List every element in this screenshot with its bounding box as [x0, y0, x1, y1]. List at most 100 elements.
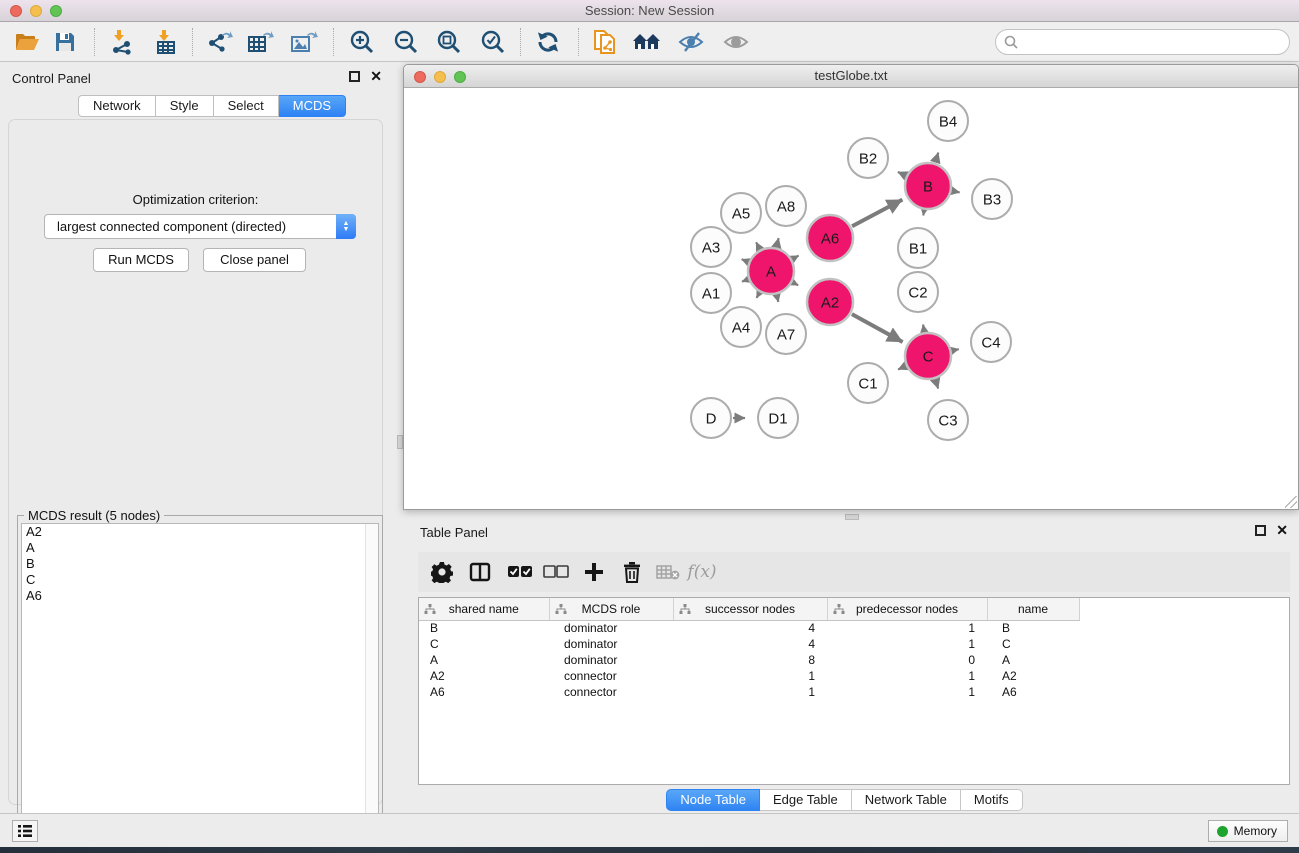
tab-select[interactable]: Select [214, 95, 279, 117]
run-mcds-button[interactable]: Run MCDS [93, 248, 189, 272]
graph-node-D[interactable]: D [691, 398, 731, 438]
graph-node-C3[interactable]: C3 [928, 400, 968, 440]
table-cell[interactable]: C [987, 636, 1079, 652]
zoom-selected-icon[interactable] [478, 28, 508, 56]
import-network-icon[interactable] [106, 28, 136, 56]
result-list-item[interactable]: A6 [22, 588, 378, 604]
graph-edge-A-A5[interactable] [756, 242, 759, 248]
graph-node-A1[interactable]: A1 [691, 273, 731, 313]
table-cell[interactable]: 1 [673, 668, 827, 684]
zoom-network-icon[interactable] [454, 71, 466, 83]
table-cell[interactable]: connector [549, 668, 673, 684]
column-header-shared-name[interactable]: shared name [419, 598, 549, 620]
table-cell[interactable]: 4 [673, 636, 827, 652]
table-cell[interactable]: A6 [987, 684, 1079, 700]
graph-node-B4[interactable]: B4 [928, 101, 968, 141]
graph-node-B2[interactable]: B2 [848, 138, 888, 178]
table-cell[interactable]: A [419, 652, 549, 668]
export-image-icon[interactable] [289, 28, 319, 56]
task-history-button[interactable] [12, 820, 38, 842]
graph-edge-C-C3[interactable] [935, 380, 938, 389]
graph-edge-A-A6[interactable] [793, 256, 799, 259]
zoom-in-icon[interactable] [347, 28, 377, 56]
graph-edge-A-A3[interactable] [742, 259, 748, 261]
trash-icon[interactable] [616, 557, 648, 587]
table-cell[interactable]: 8 [673, 652, 827, 668]
table-cell[interactable]: 1 [827, 636, 987, 652]
close-table-panel-icon[interactable]: ✕ [1276, 525, 1288, 536]
table-cell[interactable]: 1 [827, 668, 987, 684]
tab-network[interactable]: Network [78, 95, 156, 117]
gear-icon[interactable] [426, 557, 458, 587]
graph-node-A[interactable]: A [748, 248, 794, 294]
float-table-panel-icon[interactable] [1255, 525, 1266, 536]
graph-edge-C-C1[interactable] [898, 366, 905, 369]
network-canvas[interactable]: B4B2BB3A8A5A6A3B1AA1C2A2A4A7C4CC1C3DD1 [404, 88, 1298, 509]
export-network-icon[interactable] [204, 28, 234, 56]
column-header-successor-nodes[interactable]: successor nodes [673, 598, 827, 620]
table-cell[interactable]: A2 [987, 668, 1079, 684]
select-all-icon[interactable] [504, 557, 536, 587]
table-cell[interactable]: 1 [673, 684, 827, 700]
refresh-layout-icon[interactable] [533, 28, 563, 56]
table-row[interactable]: A6connector11A6 [419, 684, 1079, 700]
table-cell[interactable]: 1 [827, 684, 987, 700]
graph-node-B[interactable]: B [905, 163, 951, 209]
graph-node-D1[interactable]: D1 [758, 398, 798, 438]
graph-edge-B-B1[interactable] [923, 211, 924, 216]
table-cell[interactable]: B [419, 620, 549, 636]
graph-edge-A-A1[interactable] [742, 280, 748, 282]
tab-node-table[interactable]: Node Table [666, 789, 760, 811]
table-cell[interactable]: dominator [549, 652, 673, 668]
graph-node-A3[interactable]: A3 [691, 227, 731, 267]
result-list-item[interactable]: A2 [22, 524, 378, 540]
graph-node-A6[interactable]: A6 [807, 215, 853, 261]
table-cell[interactable]: dominator [549, 620, 673, 636]
zoom-fit-icon[interactable] [434, 28, 464, 56]
close-panel-icon[interactable]: ✕ [370, 71, 382, 82]
export-table-icon[interactable] [246, 28, 276, 56]
graph-edge-C-C4[interactable] [952, 349, 958, 350]
show-all-icon[interactable] [721, 28, 751, 56]
graph-node-A7[interactable]: A7 [766, 314, 806, 354]
scrollbar[interactable] [365, 524, 378, 850]
add-icon[interactable] [578, 557, 610, 587]
float-panel-icon[interactable] [349, 71, 360, 82]
close-window-icon[interactable] [10, 5, 22, 17]
duplicate-network-icon[interactable] [590, 28, 620, 56]
graph-edge-A-A2[interactable] [793, 283, 798, 286]
column-header-predecessor-nodes[interactable]: predecessor nodes [827, 598, 987, 620]
search-input[interactable] [1018, 32, 1289, 52]
table-cell[interactable]: A2 [419, 668, 549, 684]
zoom-out-icon[interactable] [391, 28, 421, 56]
graph-edge-B-B3[interactable] [952, 191, 959, 192]
deselect-all-icon[interactable] [540, 557, 572, 587]
column-header-name[interactable]: name [987, 598, 1079, 620]
graph-edge-A-A7[interactable] [777, 295, 779, 302]
table-cell[interactable]: 1 [827, 620, 987, 636]
table-cell[interactable]: 4 [673, 620, 827, 636]
graph-edge-A-A4[interactable] [757, 293, 760, 298]
search-field[interactable] [995, 29, 1290, 55]
graph-edge-C-C2[interactable] [923, 325, 924, 332]
save-session-icon[interactable] [50, 28, 80, 56]
graph-node-C1[interactable]: C1 [848, 363, 888, 403]
result-list-item[interactable]: B [22, 556, 378, 572]
minimize-network-icon[interactable] [434, 71, 446, 83]
table-row[interactable]: Bdominator41B [419, 620, 1079, 636]
close-panel-button[interactable]: Close panel [203, 248, 306, 272]
table-cell[interactable]: A [987, 652, 1079, 668]
tab-motifs[interactable]: Motifs [961, 789, 1023, 811]
graph-node-C2[interactable]: C2 [898, 272, 938, 312]
column-header-MCDS-role[interactable]: MCDS role [549, 598, 673, 620]
result-list-item[interactable]: C [22, 572, 378, 588]
graph-node-A4[interactable]: A4 [721, 307, 761, 347]
graph-edge-B-B2[interactable] [898, 172, 905, 175]
tab-edge-table[interactable]: Edge Table [760, 789, 852, 811]
close-network-icon[interactable] [414, 71, 426, 83]
tab-style[interactable]: Style [156, 95, 214, 117]
node-table[interactable]: shared nameMCDS rolesuccessor nodesprede… [419, 598, 1080, 700]
table-cell[interactable]: 0 [827, 652, 987, 668]
open-file-icon[interactable] [12, 28, 42, 56]
tab-network-table[interactable]: Network Table [852, 789, 961, 811]
